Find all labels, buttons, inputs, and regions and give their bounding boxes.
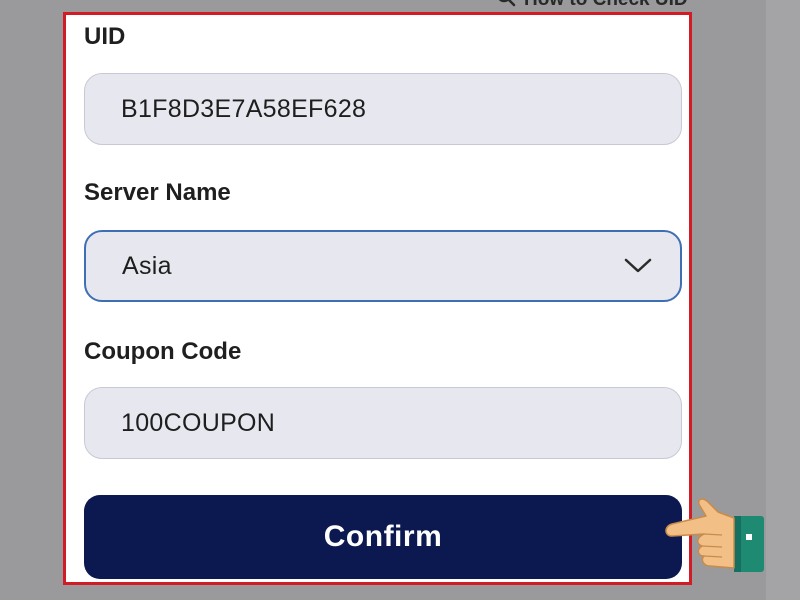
confirm-button[interactable]: Confirm <box>84 495 682 579</box>
how-to-check-uid-link[interactable]: How to Check UID <box>496 0 688 10</box>
server-value: Asia <box>122 251 172 280</box>
uid-label: UID <box>84 23 126 50</box>
uid-input[interactable]: B1F8D3E7A58EF628 <box>84 73 682 145</box>
coupon-code-value: 100COUPON <box>121 408 276 437</box>
uid-value: B1F8D3E7A58EF628 <box>121 94 367 123</box>
how-to-check-uid-label: How to Check UID <box>524 0 688 11</box>
scrollbar-track[interactable] <box>766 0 800 600</box>
chevron-down-icon <box>624 258 652 274</box>
confirm-label: Confirm <box>323 520 443 553</box>
server-name-label: Server Name <box>84 179 231 206</box>
server-select[interactable]: Asia <box>84 230 682 302</box>
pointing-hand-icon <box>662 494 766 580</box>
redeem-form-panel: UID B1F8D3E7A58EF628 Server Name Asia Co… <box>63 12 692 585</box>
coupon-code-input[interactable]: 100COUPON <box>84 387 682 459</box>
coupon-code-label: Coupon Code <box>84 338 242 365</box>
